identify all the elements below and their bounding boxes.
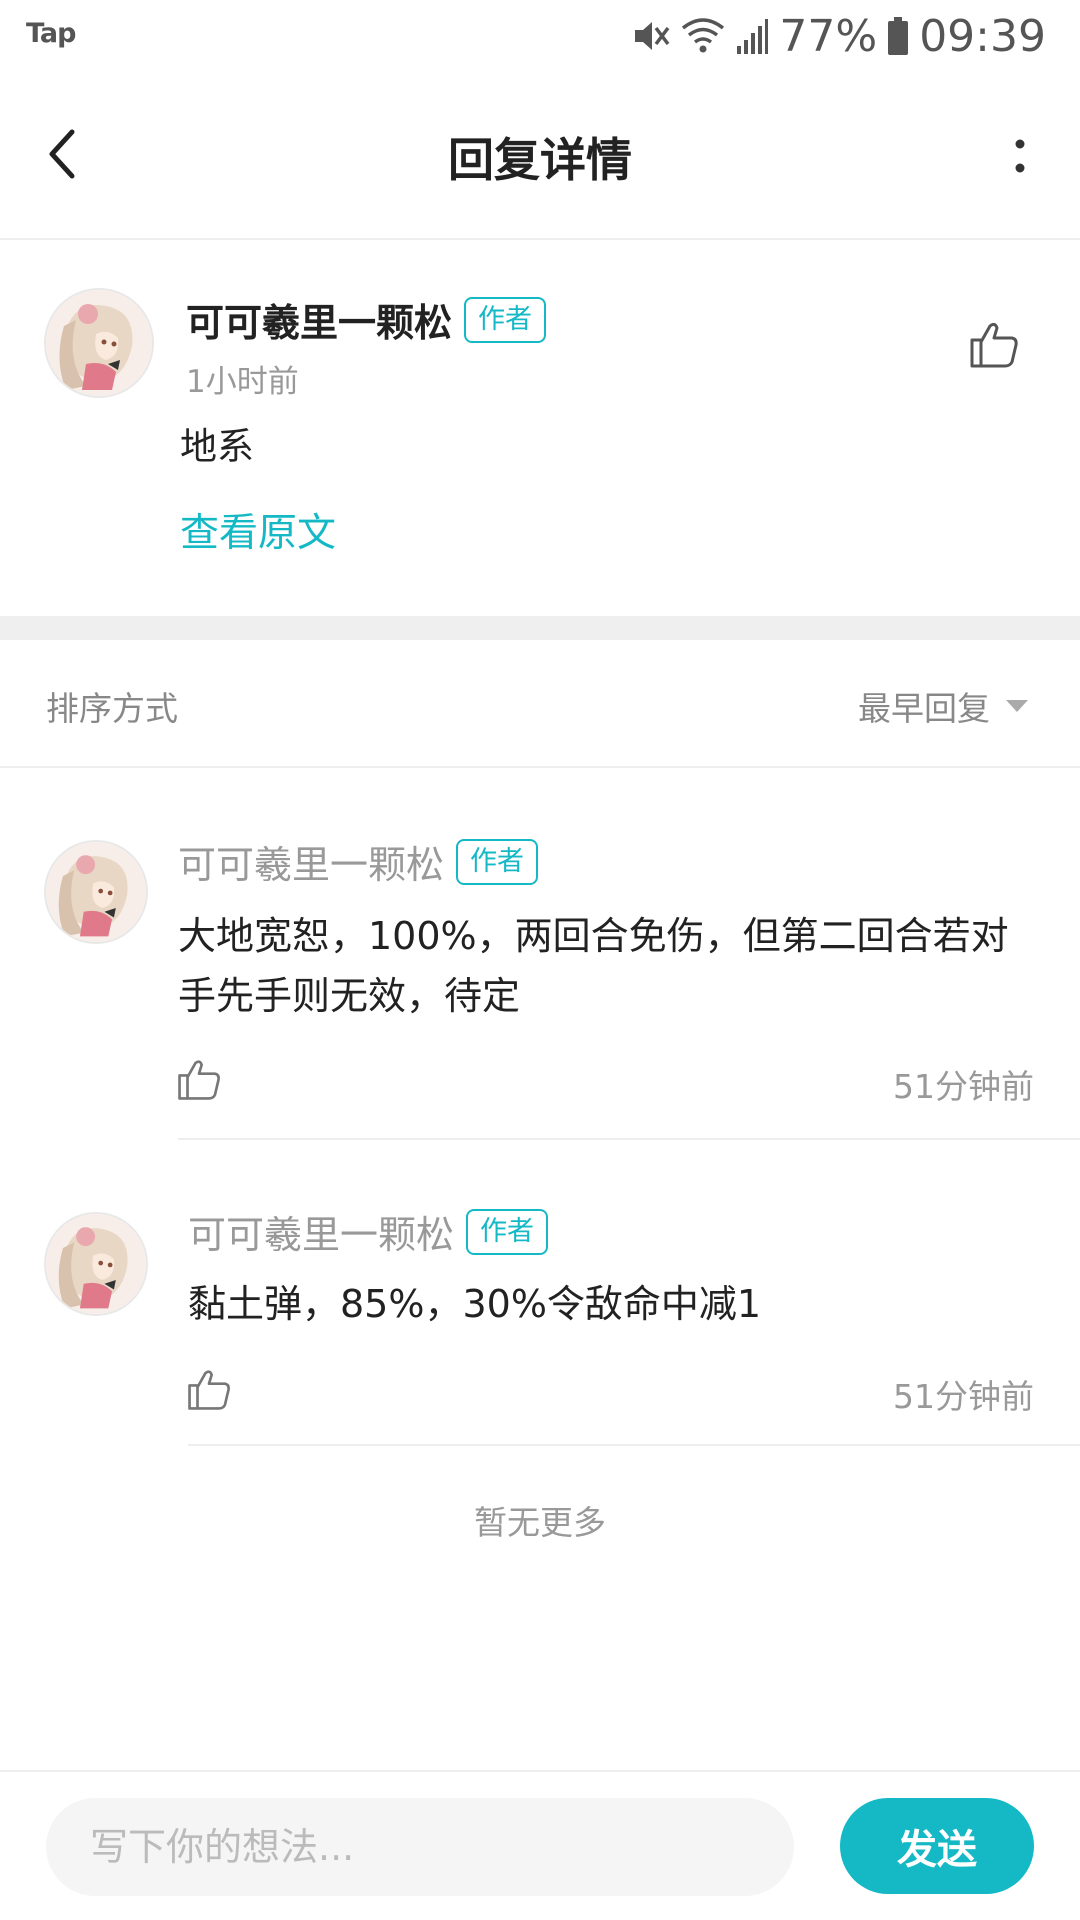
reply-divider xyxy=(188,1444,1080,1446)
avatar[interactable] xyxy=(44,1212,148,1316)
status-time: 09:39 xyxy=(919,10,1046,62)
more-button[interactable] xyxy=(1008,132,1032,180)
sort-bar: 排序方式 最早回复 xyxy=(0,640,1080,768)
like-button[interactable] xyxy=(186,1366,232,1412)
author-badge: 作者 xyxy=(466,1208,549,1255)
view-original-link[interactable]: 查看原文 xyxy=(180,502,336,558)
author-row: 可可羲里一颗松 作者 xyxy=(178,834,539,889)
bottom-input-bar: 发送 xyxy=(0,1770,1080,1920)
author-name[interactable]: 可可羲里一颗松 xyxy=(186,292,452,347)
wifi-icon xyxy=(681,16,725,56)
sort-dropdown[interactable]: 最早回复 xyxy=(858,682,1030,730)
status-icons: 77% 09:39 xyxy=(629,8,1046,64)
avatar[interactable] xyxy=(44,288,154,398)
battery-icon xyxy=(887,16,909,56)
mute-icon xyxy=(629,15,671,57)
author-badge: 作者 xyxy=(456,838,539,885)
no-more-text: 暂无更多 xyxy=(474,1503,606,1542)
sort-label: 排序方式 xyxy=(46,689,178,728)
avatar-illustration-icon xyxy=(46,1214,146,1314)
more-vertical-icon xyxy=(1015,139,1025,173)
reply-item: 可可羲里一颗松 作者 黏土弹，85%，30%令敌命中减1 51分钟前 xyxy=(0,1140,1080,1452)
thumbs-up-icon xyxy=(970,322,1018,368)
avatar-illustration-icon xyxy=(46,842,146,942)
author-row: 可可羲里一颗松 作者 xyxy=(188,1204,549,1259)
avatar-illustration-icon xyxy=(46,290,152,396)
like-button[interactable] xyxy=(176,1056,222,1102)
thumbs-up-icon xyxy=(178,1060,220,1100)
status-bar: Tap 77% 09:39 xyxy=(0,0,1080,72)
reply-time: 51分钟前 xyxy=(893,1377,1034,1416)
sort-value: 最早回复 xyxy=(858,689,990,728)
status-app-label: Tap xyxy=(26,18,76,49)
author-name[interactable]: 可可羲里一颗松 xyxy=(178,834,444,889)
battery-percent: 77% xyxy=(779,10,878,62)
page-title: 回复详情 xyxy=(448,133,632,187)
reply-item: 可可羲里一颗松 作者 大地宽恕，100%，两回合免伤，但第二回合若对手先手则无效… xyxy=(0,768,1080,1140)
thumbs-up-icon xyxy=(188,1370,230,1410)
section-divider xyxy=(0,616,1080,640)
signal-icon xyxy=(735,16,769,56)
author-row: 可可羲里一颗松 作者 xyxy=(186,292,547,347)
reply-text: 大地宽恕，100%，两回合免伤，但第二回合若对手先手则无效，待定 xyxy=(178,914,1009,1018)
author-name[interactable]: 可可羲里一颗松 xyxy=(188,1204,454,1259)
header: 回复详情 xyxy=(0,72,1080,240)
comment-input[interactable] xyxy=(46,1798,794,1896)
author-badge: 作者 xyxy=(464,296,547,343)
like-button[interactable] xyxy=(968,318,1020,370)
send-button[interactable]: 发送 xyxy=(840,1798,1034,1894)
comment-text: 地系 xyxy=(180,425,254,468)
reply-time: 51分钟前 xyxy=(893,1067,1034,1106)
avatar[interactable] xyxy=(44,840,148,944)
comment-time: 1小时前 xyxy=(186,364,299,400)
main-comment: 可可羲里一颗松 作者 1小时前 地系 查看原文 xyxy=(0,240,1080,616)
reply-text: 黏土弹，85%，30%令敌命中减1 xyxy=(188,1282,762,1326)
caret-down-icon xyxy=(1006,700,1028,712)
